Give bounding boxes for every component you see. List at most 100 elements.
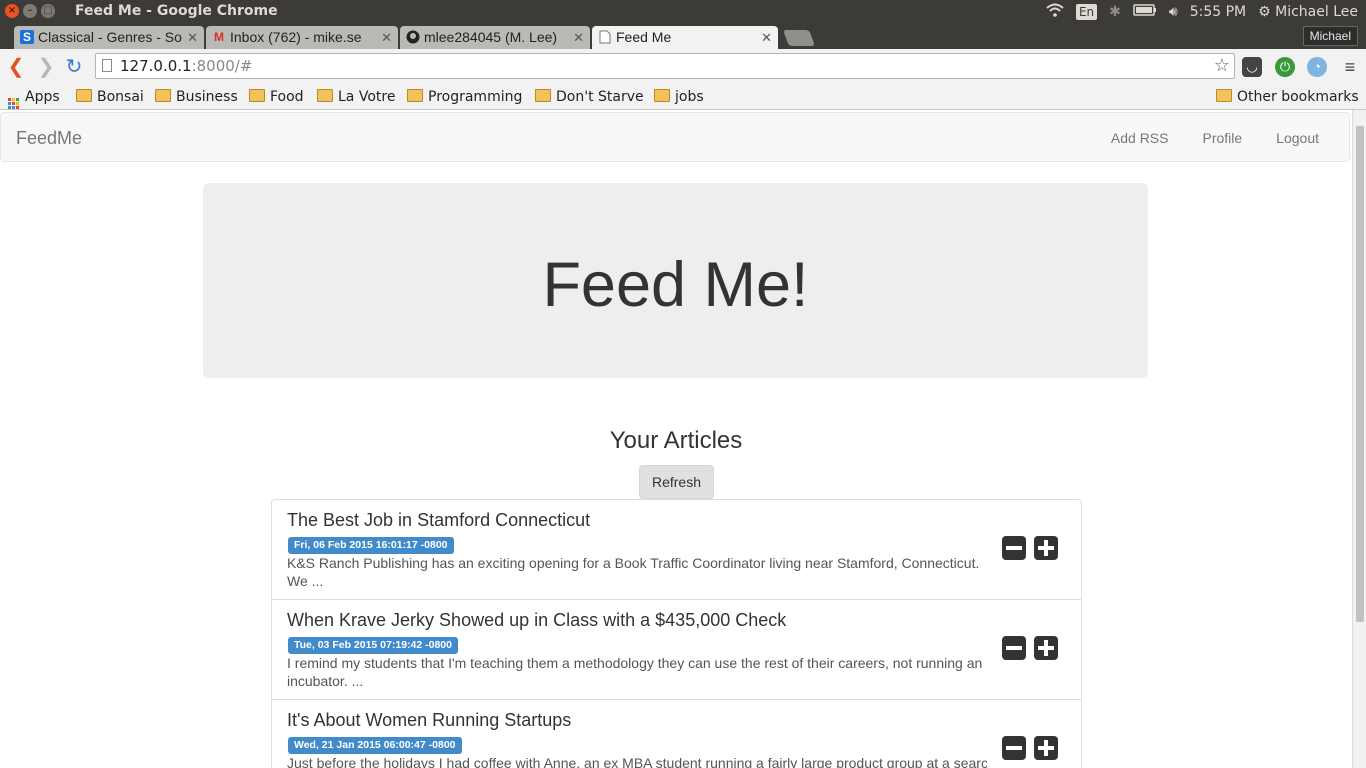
bookmark-label: Programming (428, 89, 523, 105)
window-maximize-icon[interactable]: □ (41, 4, 55, 18)
back-arrow-icon[interactable]: ❮ (4, 55, 28, 79)
tab-label: mlee284045 (M. Lee) (424, 29, 558, 45)
folder-icon (407, 89, 423, 102)
bookmark-label: Food (270, 89, 304, 105)
article-title-link[interactable]: The Best Job in Stamford Connecticut (287, 510, 590, 531)
bookmark-folder-la-votre[interactable]: La Votre (317, 87, 395, 107)
tab-close-icon[interactable]: ✕ (573, 26, 584, 49)
bookmark-label: jobs (675, 89, 704, 105)
article-title-link[interactable]: It's About Women Running Startups (287, 710, 571, 731)
downvote-minus-icon[interactable] (1002, 536, 1026, 560)
article-description: Just before the holidays I had coffee wi… (287, 755, 987, 768)
chrome-menu-icon[interactable]: ≡ (1340, 57, 1360, 77)
folder-icon (249, 89, 265, 102)
bookmark-folder-jobs[interactable]: jobs (654, 87, 704, 107)
nav-profile-link[interactable]: Profile (1202, 130, 1242, 146)
browser-tab-github[interactable]: mlee284045 (M. Lee) ✕ (400, 26, 590, 49)
nav-logout-link[interactable]: Logout (1276, 130, 1319, 146)
app-brand-link[interactable]: FeedMe (16, 128, 82, 149)
bookmark-folder-bonsai[interactable]: Bonsai (76, 87, 144, 107)
url-path: :8000/# (191, 57, 253, 75)
page-scrollbar[interactable] (1352, 110, 1366, 768)
page-viewport: FeedMe Add RSS Profile Logout Feed Me! Y… (0, 110, 1352, 768)
list-item: It's About Women Running Startups Wed, 2… (271, 700, 1082, 768)
browser-tab-feedme[interactable]: Feed Me ✕ (592, 26, 778, 49)
list-item: The Best Job in Stamford Connecticut Fri… (271, 499, 1082, 600)
keyboard-language-indicator[interactable]: En (1075, 4, 1098, 20)
upvote-plus-icon[interactable] (1034, 736, 1058, 760)
hero-jumbotron: Feed Me! (203, 183, 1148, 378)
url-host: 127.0.0.1 (120, 57, 192, 75)
folder-icon (317, 89, 333, 102)
tab-label: Classical - Genres - So (38, 29, 182, 45)
article-date-badge: Tue, 03 Feb 2015 07:19:42 -0800 (288, 637, 458, 654)
new-tab-button[interactable] (783, 30, 815, 46)
tab-favicon-icon: S (20, 30, 34, 44)
bookmark-folder-other[interactable]: Other bookmarks (1216, 87, 1359, 107)
browser-tab-classical[interactable]: S Classical - Genres - So ✕ (14, 26, 204, 49)
window-minimize-icon[interactable]: – (23, 4, 37, 18)
clock[interactable]: 5:55 PM (1190, 4, 1246, 20)
article-date-badge: Wed, 21 Jan 2015 06:00:47 -0800 (288, 737, 462, 754)
downvote-minus-icon[interactable] (1002, 636, 1026, 660)
scrollbar-thumb[interactable] (1356, 126, 1364, 622)
app-navbar: FeedMe Add RSS Profile Logout (0, 112, 1350, 162)
user-menu[interactable]: ⚙ Michael Lee (1258, 4, 1358, 20)
bookmark-folder-programming[interactable]: Programming (407, 87, 522, 107)
folder-icon (155, 89, 171, 102)
window-close-icon[interactable]: × (5, 4, 19, 18)
user-name: Michael Lee (1275, 4, 1358, 20)
bookmark-folder-business[interactable]: Business (155, 87, 238, 107)
gmail-icon: M (214, 30, 224, 44)
system-tray: En ✱ 🔊︎ 5:55 PM ⚙ Michael Lee (1046, 0, 1358, 24)
bluetooth-icon[interactable]: ✱ (1109, 4, 1121, 20)
bookmark-label: La Votre (338, 89, 396, 105)
browser-toolbar: ❮ ❯ ↻ 127.0.0.1:8000/# ☆ ◡ ⏻ ◔ ≡ (0, 49, 1366, 85)
profile-badge[interactable]: Michael (1302, 26, 1358, 46)
article-date-badge: Fri, 06 Feb 2015 16:01:17 -0800 (288, 537, 454, 554)
upvote-plus-icon[interactable] (1034, 636, 1058, 660)
folder-icon (76, 89, 92, 102)
bookmark-label: Other bookmarks (1237, 89, 1359, 105)
folder-icon (1216, 89, 1232, 102)
article-list: The Best Job in Stamford Connecticut Fri… (271, 499, 1082, 768)
bookmark-label: Don't Starve (556, 89, 644, 105)
bookmark-folder-dont-starve[interactable]: Don't Starve (535, 87, 644, 107)
pocket-extension-icon[interactable]: ◡ (1242, 57, 1262, 77)
bookmark-label: Business (176, 89, 238, 105)
tab-close-icon[interactable]: ✕ (381, 26, 392, 49)
power-extension-icon[interactable]: ⏻ (1275, 57, 1295, 77)
bookmark-star-icon[interactable]: ☆ (1214, 54, 1230, 78)
tab-close-icon[interactable]: ✕ (187, 26, 198, 49)
tab-strip: S Classical - Genres - So ✕ M Inbox (762… (0, 24, 1366, 49)
browser-tab-inbox[interactable]: M Inbox (762) - mike.se ✕ (206, 26, 398, 49)
upvote-plus-icon[interactable] (1034, 536, 1058, 560)
downvote-minus-icon[interactable] (1002, 736, 1026, 760)
article-actions (1002, 736, 1058, 760)
clock-extension-icon[interactable]: ◔ (1307, 57, 1327, 77)
article-title-link[interactable]: When Krave Jerky Showed up in Class with… (287, 610, 786, 631)
tab-close-icon[interactable]: ✕ (761, 26, 772, 49)
article-description: K&S Ranch Publishing has an exciting ope… (287, 555, 980, 589)
app-nav-links: Add RSS Profile Logout (1111, 130, 1319, 146)
bookmark-label: Bonsai (97, 89, 144, 105)
battery-icon[interactable] (1133, 4, 1157, 20)
github-icon (406, 30, 420, 44)
gear-icon: ⚙ (1258, 4, 1271, 20)
bookmark-apps[interactable]: Apps (8, 87, 60, 109)
bookmark-folder-food[interactable]: Food (249, 87, 304, 107)
wifi-icon[interactable] (1046, 3, 1064, 21)
nav-add-rss-link[interactable]: Add RSS (1111, 130, 1169, 146)
volume-icon[interactable]: 🔊︎ (1169, 4, 1178, 20)
folder-icon (535, 89, 551, 102)
hero-title: Feed Me! (542, 250, 809, 320)
article-actions (1002, 536, 1058, 560)
bookmark-label: Apps (25, 89, 60, 105)
page-icon (102, 59, 112, 72)
reload-icon[interactable]: ↻ (62, 55, 86, 79)
address-bar[interactable]: 127.0.0.1:8000/# ☆ (95, 53, 1235, 79)
refresh-button[interactable]: Refresh (639, 465, 714, 499)
articles-heading: Your Articles (609, 427, 743, 454)
forward-arrow-icon[interactable]: ❯ (34, 55, 58, 79)
window-title: Feed Me - Google Chrome (75, 3, 278, 19)
